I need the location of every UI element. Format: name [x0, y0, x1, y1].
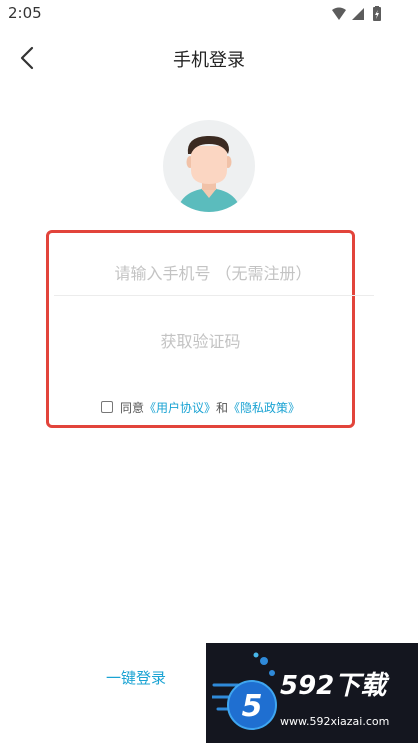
agree-checkbox[interactable] — [100, 401, 113, 413]
signal-icon — [352, 8, 364, 20]
battery-charging-icon — [373, 6, 381, 21]
default-user-avatar-icon — [177, 135, 241, 212]
user-agreement-link[interactable]: 《用户协议》 — [144, 399, 216, 416]
agreement-prefix: 同意 — [119, 400, 144, 415]
watermark-logo-icon: 5 — [212, 652, 277, 730]
status-bar: 2:05 — [0, 0, 418, 28]
navigation-bar: 手机登录 — [0, 28, 418, 88]
watermark-logo-digit: 5 — [242, 689, 263, 724]
page-title: 手机登录 — [173, 50, 245, 71]
watermark-brand: 592下载 — [280, 671, 387, 701]
one-key-login-button[interactable]: 一键登录 — [92, 665, 180, 689]
agreement-conjunction: 和 — [216, 400, 229, 415]
avatar — [163, 120, 255, 212]
status-time: 2:05 — [8, 4, 42, 22]
privacy-policy-link[interactable]: 《隐私政策》 — [228, 399, 300, 416]
wifi-icon — [332, 7, 346, 20]
status-icons — [332, 6, 381, 21]
get-verification-code-button[interactable]: 获取验证码 — [49, 325, 352, 355]
watermark-url: www.592xiazai.com — [280, 715, 390, 728]
agreement-row: 同意 《用户协议》 和 《隐私政策》 — [49, 398, 352, 416]
login-form: 获取验证码 同意 《用户协议》 和 《隐私政策》 — [46, 230, 374, 428]
phone-number-input[interactable] — [53, 251, 373, 295]
watermark-badge: 5 592下载 www.592xiazai.com — [206, 643, 418, 743]
field-divider — [54, 295, 374, 296]
